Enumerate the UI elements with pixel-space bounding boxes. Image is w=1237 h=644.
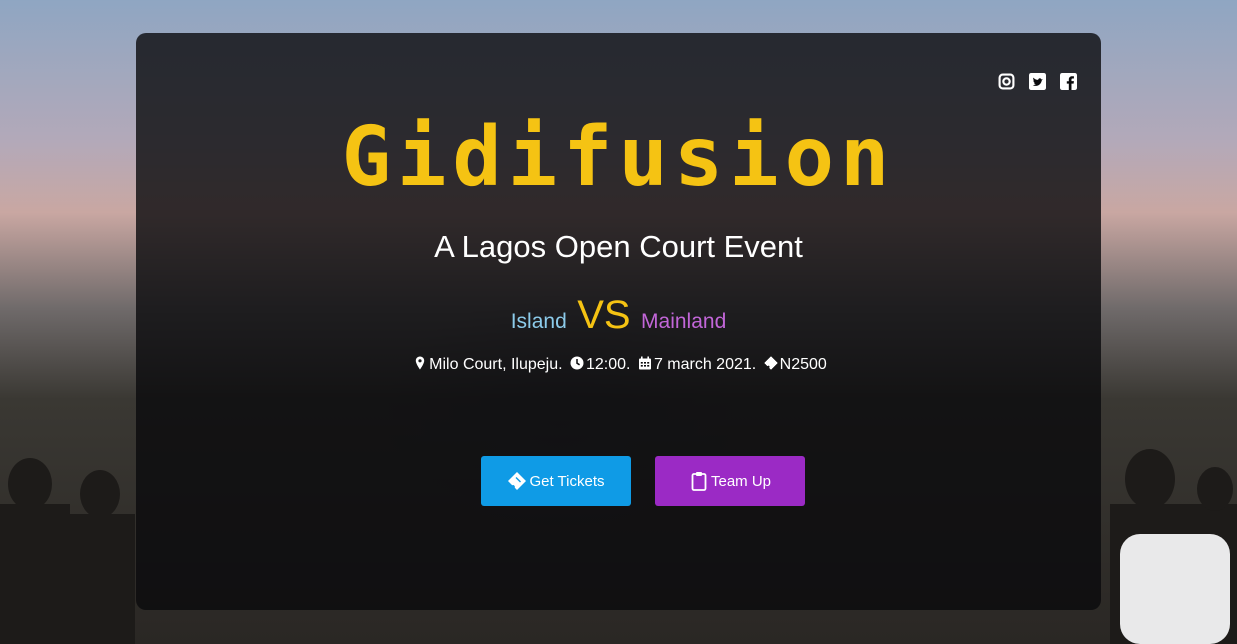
facebook-icon[interactable] bbox=[1060, 73, 1077, 90]
matchup: Island VS Mainland bbox=[136, 290, 1101, 349]
clock-icon bbox=[570, 356, 584, 370]
price-text: N2500 bbox=[779, 356, 827, 373]
map-marker-icon bbox=[415, 356, 425, 370]
venue-text: Milo Court, Ilupeju. bbox=[429, 356, 563, 373]
team-up-label: Team Up bbox=[710, 472, 772, 490]
event-details: Milo Court, Ilupeju. 12:00. 7 march 2021… bbox=[136, 353, 1101, 377]
twitter-icon[interactable] bbox=[1029, 73, 1046, 90]
calendar-icon bbox=[638, 356, 651, 370]
team-island: Island bbox=[510, 310, 567, 333]
date-text: 7 march 2021. bbox=[653, 356, 757, 373]
instagram-icon[interactable] bbox=[998, 73, 1015, 90]
team-mainland: Mainland bbox=[641, 310, 727, 333]
team-up-button[interactable]: Team Up bbox=[655, 456, 805, 506]
time-text: 12:00. bbox=[586, 356, 631, 373]
ticket-icon bbox=[763, 356, 778, 370]
ticket-icon bbox=[508, 472, 527, 490]
get-tickets-button[interactable]: Get Tickets bbox=[481, 456, 631, 506]
clipboard-icon bbox=[691, 472, 707, 491]
event-subtitle: A Lagos Open Court Event bbox=[434, 229, 803, 264]
vs-label: VS bbox=[577, 293, 631, 337]
get-tickets-label: Get Tickets bbox=[529, 472, 605, 490]
social-links bbox=[998, 73, 1077, 90]
event-title: Gidifusion bbox=[341, 110, 896, 205]
